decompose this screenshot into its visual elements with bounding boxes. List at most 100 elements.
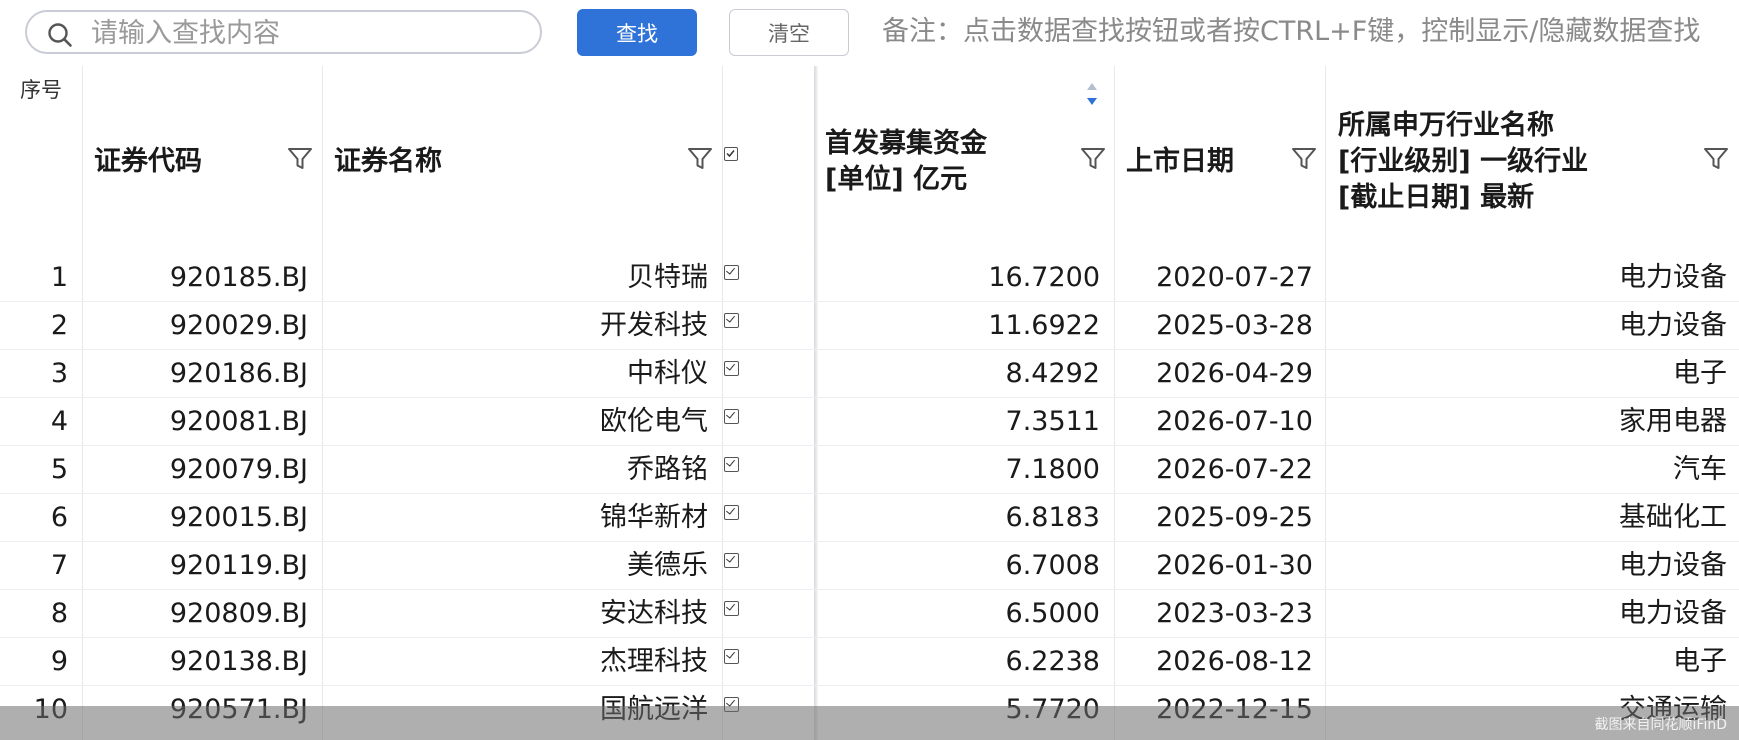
cell-industry: 电子 xyxy=(1673,358,1727,389)
cell-index: 7 xyxy=(50,550,68,581)
sort-icon[interactable] xyxy=(1085,81,1099,107)
cell-name: 杰理科技 xyxy=(600,646,708,677)
cell-index: 9 xyxy=(50,646,68,677)
row-checkbox[interactable] xyxy=(724,313,739,328)
cell-raised: 7.3511 xyxy=(1005,406,1100,437)
toolbar: 查找 清空 备注：点击数据查找按钮或者按CTRL+F键，控制显示/隐藏数据查找 xyxy=(0,0,1739,66)
find-button[interactable]: 查找 xyxy=(577,9,697,56)
cell-date: 2020-07-27 xyxy=(1156,262,1313,293)
data-table: 序号 证券代码 证券名称 首发募集资金 [单位] 亿元 上市日期 所属申万行业名… xyxy=(0,66,1739,740)
filter-icon[interactable] xyxy=(287,146,313,172)
row-checkbox[interactable] xyxy=(724,505,739,520)
header-list-date[interactable]: 上市日期 xyxy=(1126,144,1234,180)
cell-code: 920185.BJ xyxy=(169,262,308,293)
header-name[interactable]: 证券名称 xyxy=(334,144,442,180)
table-row[interactable]: 8 920809.BJ 安达科技 6.5000 2023-03-23 电力设备 xyxy=(0,590,1739,638)
cell-industry: 电力设备 xyxy=(1619,310,1727,341)
header-industry-line3[interactable]: [截止日期] 最新 xyxy=(1338,180,1534,216)
table-row[interactable]: 1 920185.BJ 贝特瑞 16.7200 2020-07-27 电力设备 xyxy=(0,254,1739,302)
cell-date: 2026-07-22 xyxy=(1156,454,1313,485)
row-checkbox[interactable] xyxy=(724,409,739,424)
footer-overlay: 截图来自同花顺iFinD xyxy=(0,706,1739,740)
cell-date: 2026-08-12 xyxy=(1156,646,1313,677)
cell-index: 8 xyxy=(50,598,68,629)
table-row[interactable]: 9 920138.BJ 杰理科技 6.2238 2026-08-12 电子 xyxy=(0,638,1739,686)
search-input[interactable] xyxy=(89,16,533,50)
cell-name: 欧伦电气 xyxy=(600,406,708,437)
cell-code: 920119.BJ xyxy=(169,550,308,581)
cell-code: 920809.BJ xyxy=(169,598,308,629)
cell-name: 中科仪 xyxy=(627,358,708,389)
cell-industry: 基础化工 xyxy=(1619,502,1727,533)
header-checkbox[interactable] xyxy=(724,147,738,161)
cell-raised: 6.5000 xyxy=(1005,598,1100,629)
cell-name: 贝特瑞 xyxy=(627,262,708,293)
cell-industry: 电力设备 xyxy=(1619,598,1727,629)
table-row[interactable]: 2 920029.BJ 开发科技 11.6922 2025-03-28 电力设备 xyxy=(0,302,1739,350)
cell-raised: 6.8183 xyxy=(1005,502,1100,533)
cell-name: 开发科技 xyxy=(600,310,708,341)
filter-icon[interactable] xyxy=(687,146,713,172)
header-raised-line2[interactable]: [单位] 亿元 xyxy=(825,162,967,198)
cell-date: 2026-07-10 xyxy=(1156,406,1313,437)
row-checkbox[interactable] xyxy=(724,601,739,616)
cell-index: 2 xyxy=(50,310,68,341)
cell-name: 美德乐 xyxy=(627,550,708,581)
table-row[interactable]: 6 920015.BJ 锦华新材 6.8183 2025-09-25 基础化工 xyxy=(0,494,1739,542)
search-icon xyxy=(48,23,72,47)
table-row[interactable]: 4 920081.BJ 欧伦电气 7.3511 2026-07-10 家用电器 xyxy=(0,398,1739,446)
cell-name: 锦华新材 xyxy=(600,502,708,533)
cell-date: 2026-01-30 xyxy=(1156,550,1313,581)
header-code[interactable]: 证券代码 xyxy=(94,144,202,180)
cell-raised: 6.2238 xyxy=(1005,646,1100,677)
table-row[interactable]: 7 920119.BJ 美德乐 6.7008 2026-01-30 电力设备 xyxy=(0,542,1739,590)
row-checkbox[interactable] xyxy=(724,553,739,568)
cell-index: 6 xyxy=(50,502,68,533)
cell-raised: 11.6922 xyxy=(988,310,1100,341)
cell-date: 2025-09-25 xyxy=(1156,502,1313,533)
header-index[interactable]: 序号 xyxy=(20,74,62,104)
row-checkbox[interactable] xyxy=(724,457,739,472)
clear-button[interactable]: 清空 xyxy=(729,9,849,56)
filter-icon[interactable] xyxy=(1703,146,1729,172)
header-industry-line1[interactable]: 所属申万行业名称 xyxy=(1338,108,1554,144)
cell-raised: 7.1800 xyxy=(1005,454,1100,485)
watermark: 截图来自同花顺iFinD xyxy=(1594,717,1727,733)
filter-icon[interactable] xyxy=(1291,146,1317,172)
note-text: 备注：点击数据查找按钮或者按CTRL+F键，控制显示/隐藏数据查找 xyxy=(882,16,1701,47)
cell-industry: 汽车 xyxy=(1673,454,1727,485)
cell-industry: 电子 xyxy=(1673,646,1727,677)
cell-code: 920015.BJ xyxy=(169,502,308,533)
header-industry-line2[interactable]: [行业级别] 一级行业 xyxy=(1338,144,1588,180)
filter-icon[interactable] xyxy=(1080,146,1106,172)
cell-code: 920079.BJ xyxy=(169,454,308,485)
cell-date: 2026-04-29 xyxy=(1156,358,1313,389)
cell-index: 4 xyxy=(50,406,68,437)
cell-index: 1 xyxy=(50,262,68,293)
cell-industry: 家用电器 xyxy=(1619,406,1727,437)
cell-code: 920081.BJ xyxy=(169,406,308,437)
table-header: 序号 证券代码 证券名称 首发募集资金 [单位] 亿元 上市日期 所属申万行业名… xyxy=(0,66,1739,254)
cell-raised: 8.4292 xyxy=(1005,358,1100,389)
cell-raised: 6.7008 xyxy=(1005,550,1100,581)
cell-index: 3 xyxy=(50,358,68,389)
row-checkbox[interactable] xyxy=(724,649,739,664)
table-row[interactable]: 5 920079.BJ 乔路铭 7.1800 2026-07-22 汽车 xyxy=(0,446,1739,494)
checkbox-icon xyxy=(726,150,735,158)
row-checkbox[interactable] xyxy=(724,361,739,376)
cell-code: 920186.BJ xyxy=(169,358,308,389)
cell-name: 乔路铭 xyxy=(627,454,708,485)
cell-industry: 电力设备 xyxy=(1619,550,1727,581)
cell-code: 920138.BJ xyxy=(169,646,308,677)
cell-date: 2025-03-28 xyxy=(1156,310,1313,341)
cell-industry: 电力设备 xyxy=(1619,262,1727,293)
cell-name: 安达科技 xyxy=(600,598,708,629)
search-box[interactable] xyxy=(25,10,542,54)
header-raised-line1[interactable]: 首发募集资金 xyxy=(825,126,987,162)
cell-date: 2023-03-23 xyxy=(1156,598,1313,629)
cell-index: 5 xyxy=(50,454,68,485)
table-row[interactable]: 3 920186.BJ 中科仪 8.4292 2026-04-29 电子 xyxy=(0,350,1739,398)
row-checkbox[interactable] xyxy=(724,265,739,280)
cell-raised: 16.7200 xyxy=(988,262,1100,293)
cell-code: 920029.BJ xyxy=(169,310,308,341)
